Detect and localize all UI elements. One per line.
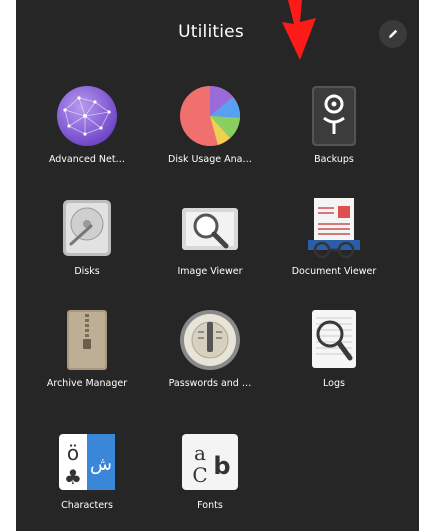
app-backups[interactable]: Backups (274, 84, 394, 165)
app-advanced-network[interactable]: Advanced Net… (27, 84, 147, 165)
app-label: Document Viewer (291, 266, 377, 277)
app-archive-manager[interactable]: Archive Manager (27, 308, 147, 389)
app-disk-usage-analyzer[interactable]: Disk Usage Ana… (150, 84, 270, 165)
logs-magnifier-icon (312, 310, 356, 368)
svg-text:ش: ش (90, 454, 112, 475)
app-label: Characters (61, 500, 113, 511)
svg-text:b: b (213, 452, 230, 480)
archive-zip-icon (67, 310, 107, 370)
app-logs[interactable]: Logs (274, 308, 394, 389)
svg-text:C: C (192, 463, 207, 487)
edit-folder-button[interactable] (379, 20, 407, 48)
app-label: Image Viewer (177, 266, 243, 277)
app-label: Disks (74, 266, 100, 277)
folder-title: Utilities (178, 22, 244, 42)
app-image-viewer[interactable]: Image Viewer (150, 196, 270, 277)
document-viewer-icon (308, 198, 360, 259)
passwords-lock-icon (180, 310, 240, 370)
disks-hdd-icon (63, 200, 111, 256)
pencil-icon (389, 29, 398, 38)
app-label: Advanced Net… (48, 154, 126, 165)
backups-safe-icon (312, 86, 356, 146)
network-globe-icon (57, 86, 117, 146)
app-label: Passwords and … (168, 378, 252, 389)
app-label: Backups (314, 154, 354, 165)
characters-icon: ö ♣ ش (59, 434, 115, 490)
fonts-icon: a C b (182, 434, 238, 490)
app-fonts[interactable]: a C b Fonts (150, 430, 270, 511)
svg-text:♣: ♣ (64, 465, 82, 489)
app-passwords-and-keys[interactable]: Passwords and … (150, 308, 270, 389)
app-label: Fonts (197, 500, 223, 511)
app-label: Archive Manager (46, 378, 128, 389)
app-label: Logs (323, 378, 345, 389)
disk-usage-pie-icon (180, 86, 241, 146)
app-characters[interactable]: ö ♣ ش Characters (27, 430, 147, 511)
app-document-viewer[interactable]: Document Viewer (274, 196, 394, 277)
white-margin (0, 402, 16, 531)
image-viewer-icon (182, 208, 238, 250)
app-disks[interactable]: Disks (27, 196, 147, 277)
svg-text:ö: ö (67, 441, 79, 465)
app-label: Disk Usage Ana… (168, 154, 252, 165)
svg-text:a: a (194, 441, 206, 465)
